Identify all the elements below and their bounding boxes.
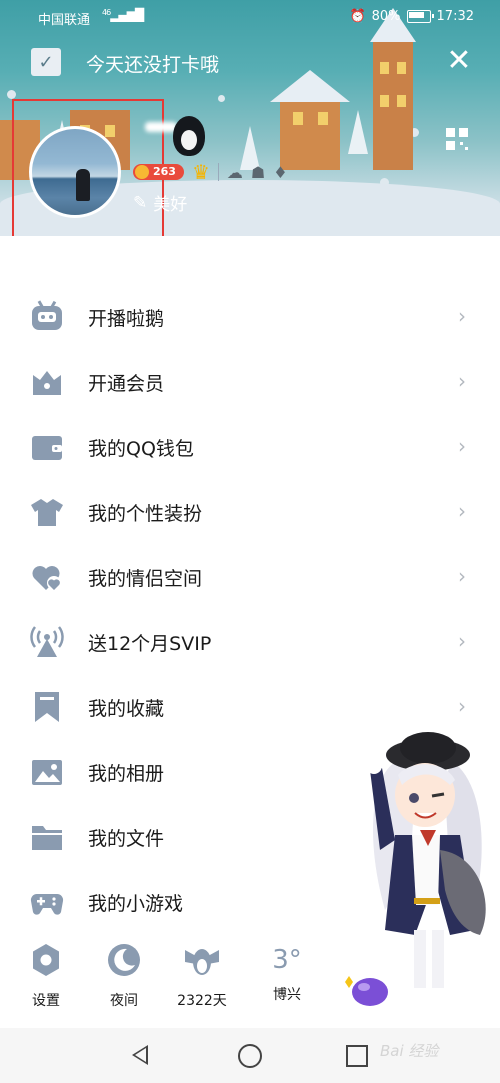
carrier-name: 中国联通: [38, 13, 91, 28]
qr-code-icon[interactable]: [446, 128, 468, 150]
signature-row[interactable]: ✎ 美好: [133, 190, 188, 216]
menu-item-label: 我的相册: [88, 763, 165, 785]
menu-item-svip[interactable]: 送12个月SVIP ›: [0, 609, 500, 674]
angel-penguin-icon: [185, 949, 219, 975]
qq-penguin-icon: [173, 116, 205, 156]
days-button[interactable]: 2322天: [167, 940, 237, 1010]
tshirt-icon: [30, 495, 64, 529]
chevron-right-icon: ›: [458, 694, 466, 718]
menu-item-label: 开播啦鹅: [88, 308, 165, 330]
settings-label: 设置: [32, 993, 60, 1009]
status-bar: 中国联通 46▂▄▆█ ⏰ 80% 17:32: [0, 0, 500, 34]
signature-text: 美好: [153, 195, 188, 215]
hearts-icon: [30, 560, 64, 594]
nickname-redacted: [145, 122, 177, 132]
vip-crown-icon: [30, 365, 64, 399]
temperature-value: 3°: [272, 945, 302, 975]
bottom-shortcuts: 设置 夜间 2322天 3° 博兴: [0, 940, 340, 1015]
home-circle-icon[interactable]: [238, 1044, 262, 1068]
days-label: 2322天: [177, 993, 227, 1009]
settings-button[interactable]: 设置: [11, 940, 81, 1010]
menu-item-label: 送12个月SVIP: [88, 633, 212, 655]
alarm-icon: ⏰: [349, 9, 366, 24]
settings-gear-icon: [33, 944, 59, 976]
menu-item-wallet[interactable]: 我的QQ钱包 ›: [0, 414, 500, 479]
city-label: 博兴: [273, 987, 301, 1003]
night-mode-button[interactable]: 夜间: [89, 940, 159, 1010]
menu-item-label: 我的QQ钱包: [88, 438, 194, 460]
mascot-illustration: [340, 730, 500, 1020]
divider: [217, 163, 219, 181]
edit-pencil-icon: ✎: [133, 192, 148, 213]
wallet-icon: [30, 430, 64, 464]
menu-item-label: 我的小游戏: [88, 893, 184, 915]
menu-item-couple[interactable]: 我的情侣空间 ›: [0, 544, 500, 609]
chevron-right-icon: ›: [458, 369, 466, 393]
bookmark-icon: [30, 690, 64, 724]
close-icon[interactable]: ✕: [444, 46, 474, 76]
chevron-right-icon: ›: [458, 564, 466, 588]
chevron-right-icon: ›: [458, 434, 466, 458]
medal-cloud-icon: ☁: [226, 162, 243, 182]
folder-icon: [30, 820, 64, 854]
signal-icon: 46▂▄▆█: [102, 8, 144, 22]
crown-icon: ♛: [191, 160, 210, 184]
level-badge[interactable]: 263: [133, 164, 184, 180]
gamepad-icon: [30, 885, 64, 919]
chevron-right-icon: ›: [458, 499, 466, 523]
menu-item-live[interactable]: 开播啦鹅 ›: [0, 284, 500, 349]
moon-icon: [108, 944, 140, 976]
menu-item-label: 我的收藏: [88, 698, 165, 720]
medal-diamond-icon: ♦: [273, 162, 288, 182]
back-triangle-icon[interactable]: [132, 1045, 148, 1065]
menu-item-label: 我的个性装扮: [88, 503, 203, 525]
broadcast-tower-icon: [30, 625, 64, 659]
photo-icon: [30, 755, 64, 789]
checkin-calendar-icon[interactable]: ✓: [31, 48, 61, 76]
profile-header: 中国联通 46▂▄▆█ ⏰ 80% 17:32 ✓ 今天还没打卡哦 ✕ 263 …: [0, 0, 500, 236]
level-row[interactable]: 263 ♛ ☁ ☗ ♦: [133, 160, 288, 184]
live-tv-icon: [30, 300, 64, 334]
menu-item-label: 我的文件: [88, 828, 165, 850]
watermark: Bai 经验: [380, 1042, 439, 1060]
recent-apps-square-icon[interactable]: [346, 1045, 368, 1067]
battery-percent: 80%: [371, 9, 401, 24]
menu-item-label: 我的情侣空间: [88, 568, 203, 590]
weather-button[interactable]: 3° 博兴: [252, 940, 322, 1004]
chevron-right-icon: ›: [458, 629, 466, 653]
menu-item-vip[interactable]: 开通会员 ›: [0, 349, 500, 414]
network-type: 46: [102, 8, 111, 17]
clock: 17:32: [436, 9, 474, 24]
chevron-right-icon: ›: [458, 304, 466, 328]
battery-icon: [406, 10, 434, 23]
menu-item-label: 开通会员: [88, 373, 165, 395]
checkin-prompt[interactable]: 今天还没打卡哦: [86, 50, 219, 77]
night-mode-label: 夜间: [110, 993, 138, 1009]
menu-item-theme[interactable]: 我的个性装扮 ›: [0, 479, 500, 544]
medal-poop-icon: ☗: [250, 162, 266, 182]
